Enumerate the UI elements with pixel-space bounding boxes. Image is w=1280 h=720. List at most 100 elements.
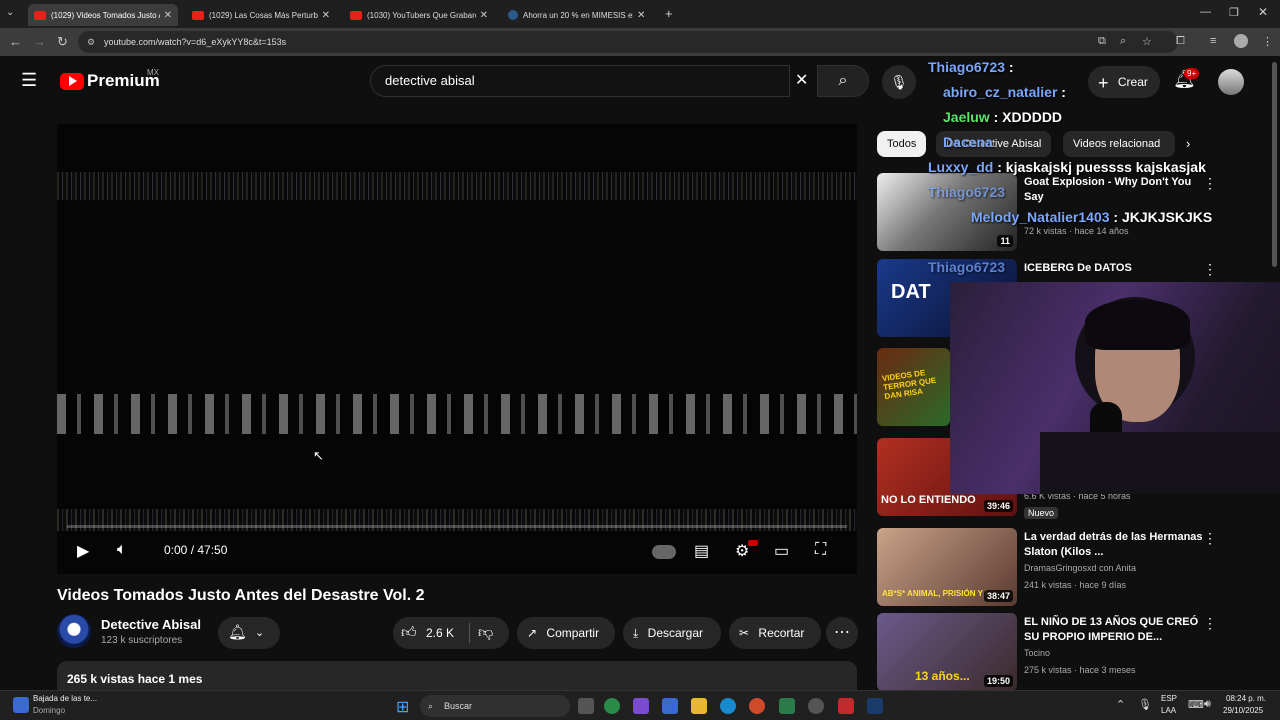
browser-tab-1[interactable]: (1029) Videos Tomados Justo A ✕: [28, 4, 178, 26]
tab-list-icon[interactable]: ⌄: [6, 7, 14, 18]
weather-news-icon[interactable]: [13, 697, 29, 713]
network-icon[interactable]: ⌨: [1188, 698, 1204, 711]
address-bar[interactable]: ⚙ youtube.com/watch?v=d6_eXykYY8c&t=153s: [78, 31, 1178, 53]
restore-icon[interactable]: ❐: [1229, 6, 1239, 19]
more-options-icon[interactable]: ⋮: [1203, 615, 1217, 632]
tray-chevron-up-icon[interactable]: ⌃: [1116, 698, 1125, 711]
video-player[interactable]: ↖: [57, 124, 857, 574]
steam-icon[interactable]: [867, 698, 883, 714]
video-thumbnail[interactable]: VIDEOS DE TERROR QUE DAN RISA: [877, 348, 950, 426]
video-thumbnail[interactable]: 13 años... 19:50: [877, 613, 1017, 691]
speaker-icon[interactable]: 🔊︎: [1204, 698, 1211, 711]
like-icon[interactable]: 👍︎: [401, 617, 417, 649]
obs-icon[interactable]: [808, 698, 824, 714]
video-thumbnail[interactable]: AB*S* ANIMAL, PRISIÓN Y I 38:47: [877, 528, 1017, 606]
channel-name[interactable]: Detective Abisal: [101, 617, 201, 632]
channel-avatar[interactable]: [57, 614, 91, 648]
subscription-bell-button[interactable]: 🔔︎ ⌄: [218, 617, 280, 649]
clear-search-icon[interactable]: ✕: [795, 70, 808, 90]
copilot-icon[interactable]: [633, 698, 649, 714]
excel-icon[interactable]: [779, 698, 795, 714]
chat-message: Thiago6723: [928, 259, 1005, 275]
new-tab-icon[interactable]: +: [665, 6, 673, 21]
theater-mode-icon[interactable]: ▭: [774, 541, 789, 561]
dislike-icon[interactable]: 👎︎: [478, 617, 493, 649]
language-indicator[interactable]: ESP: [1161, 694, 1177, 703]
account-avatar[interactable]: [1218, 69, 1244, 95]
voice-search-button[interactable]: 🎙: [882, 65, 916, 99]
hamburger-menu-icon[interactable]: ☰: [21, 70, 37, 91]
xbox-icon[interactable]: [604, 698, 620, 714]
chip-todos[interactable]: Todos: [877, 131, 927, 157]
more-options-icon[interactable]: ⋮: [1203, 530, 1217, 547]
youtube-favicon-icon: [34, 10, 46, 20]
rec-title[interactable]: La verdad detrás de las Hermanas Slaton …: [1024, 530, 1204, 560]
close-tab-icon[interactable]: ✕: [637, 10, 645, 21]
search-icon: ⌕: [838, 72, 848, 89]
minimize-icon[interactable]: —: [1200, 6, 1211, 18]
close-tab-icon[interactable]: ✕: [480, 10, 488, 21]
clip-button[interactable]: ✂ Recortar: [729, 617, 821, 649]
edge-icon[interactable]: [720, 698, 736, 714]
task-view-icon[interactable]: [578, 698, 594, 714]
more-options-icon[interactable]: ⋮: [1203, 175, 1217, 192]
install-app-icon[interactable]: ⧉: [1098, 35, 1106, 48]
menu-dots-icon[interactable]: ⋮: [1262, 35, 1273, 48]
reload-icon[interactable]: ↻: [57, 34, 68, 50]
search-input[interactable]: detective abisal: [370, 65, 790, 97]
share-button[interactable]: ↗ Compartir: [517, 617, 615, 649]
rec-channel[interactable]: DramasGringosxd con Anita: [1024, 563, 1136, 573]
search-button[interactable]: ⌕: [817, 65, 869, 97]
like-count[interactable]: 2.6 K: [426, 617, 454, 649]
rec-title[interactable]: Goat Explosion - Why Don't You Say: [1024, 175, 1204, 205]
recommendation-item[interactable]: AB*S* ANIMAL, PRISIÓN Y I 38:47 La verda…: [877, 528, 1267, 608]
more-options-icon[interactable]: ⋮: [1203, 261, 1217, 278]
close-window-icon[interactable]: ✕: [1258, 5, 1268, 19]
static-noise-band: [57, 394, 857, 434]
youtube-logo-icon[interactable]: [60, 73, 84, 90]
rec-title[interactable]: ICEBERG De DATOS: [1024, 261, 1204, 276]
more-actions-button[interactable]: ⋯: [826, 617, 858, 649]
browser-tab-4[interactable]: Ahorra un 20 % en MIMESIS en ✕: [502, 4, 658, 26]
browser-tab-3[interactable]: (1030) YouTubers Que Grabaro ✕: [344, 4, 494, 26]
download-label: Descargar: [647, 626, 704, 640]
progress-bar[interactable]: [67, 525, 847, 528]
profile-avatar[interactable]: [1234, 34, 1248, 48]
site-info-icon[interactable]: ⚙: [87, 31, 95, 53]
extensions-icon[interactable]: ⧠: [1176, 35, 1185, 48]
autoplay-toggle[interactable]: [652, 545, 676, 559]
file-explorer-icon[interactable]: [691, 698, 707, 714]
fullscreen-icon[interactable]: ⛶: [815, 541, 826, 559]
subtitles-icon[interactable]: ▤: [694, 541, 709, 561]
tray-mic-icon[interactable]: 🎙: [1138, 698, 1152, 711]
store-icon[interactable]: [662, 698, 678, 714]
close-tab-icon[interactable]: ✕: [322, 10, 330, 21]
app-icon[interactable]: [838, 698, 854, 714]
recommendation-item[interactable]: 13 años... 19:50 EL NIÑO DE 13 AÑOS QUE …: [877, 613, 1267, 693]
forward-icon[interactable]: →: [33, 34, 46, 49]
browser-tab-2[interactable]: (1029) Las Cosas Más Perturba ✕: [186, 4, 336, 26]
windows-start-icon[interactable]: ⊞: [396, 697, 409, 717]
close-tab-icon[interactable]: ✕: [164, 10, 172, 21]
zoom-icon[interactable]: ⌕: [1120, 35, 1126, 48]
share-icon: ↗: [527, 626, 538, 640]
chrome-icon[interactable]: [749, 698, 765, 714]
reading-list-icon[interactable]: ≡: [1210, 35, 1216, 47]
rec-channel[interactable]: Tocino: [1024, 648, 1050, 658]
create-button[interactable]: + Crear: [1088, 66, 1160, 98]
bookmark-star-icon[interactable]: ☆: [1142, 35, 1152, 48]
chat-message: Dacena: [943, 134, 993, 150]
play-icon[interactable]: ▶: [77, 541, 89, 561]
clock-time[interactable]: 08:24 p. m.: [1226, 694, 1266, 703]
chevron-right-icon[interactable]: ›: [1186, 136, 1190, 151]
notification-title[interactable]: Bajada de las te...: [33, 694, 97, 703]
rec-title[interactable]: EL NIÑO DE 13 AÑOS QUE CREÓ SU PROPIO IM…: [1024, 615, 1204, 645]
chip-videos-relacionados[interactable]: Videos relacionad: [1063, 131, 1175, 157]
download-button[interactable]: ⤓ Descargar: [623, 617, 721, 649]
page-scrollbar[interactable]: [1272, 62, 1277, 267]
chat-user: Dacena: [943, 134, 993, 150]
volume-icon[interactable]: 🔈︎: [117, 541, 127, 559]
player-controls: ▶ 🔈︎ 0:00 / 47:50 ▤ ⚙ ▭ ⛶: [57, 535, 857, 571]
taskbar-search[interactable]: ⌕ Buscar: [420, 695, 570, 717]
back-icon[interactable]: ←: [9, 34, 22, 49]
